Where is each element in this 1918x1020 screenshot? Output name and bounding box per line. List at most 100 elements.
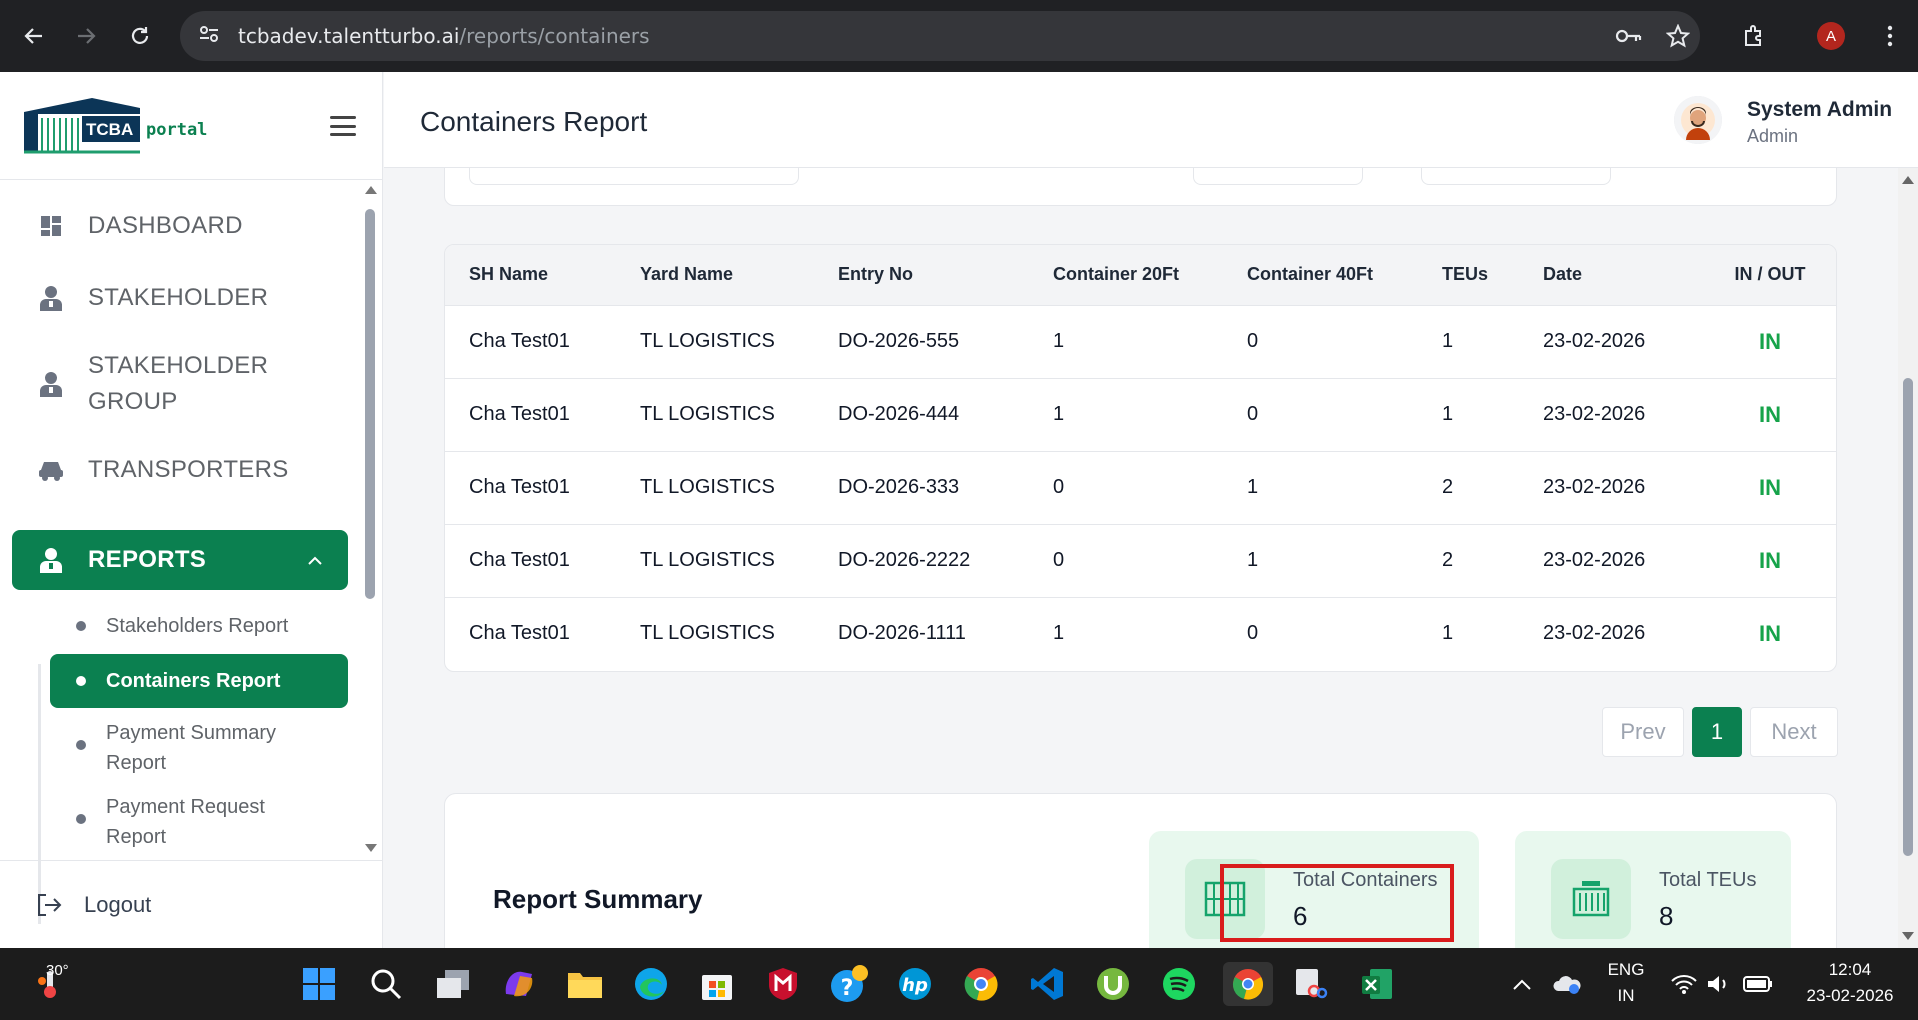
cell-entry-no: DO-2026-333 (814, 450, 1029, 524)
sidebar-item-reports[interactable]: REPORTS (12, 530, 348, 590)
search-icon[interactable] (364, 962, 408, 1006)
sidebar-menu: DASHBOARD STAKEHOLDER STAKEHOLDER GROUP … (0, 180, 365, 860)
task-view-icon[interactable] (431, 962, 475, 1006)
file-explorer-icon[interactable] (563, 962, 607, 1006)
cell-container-20ft: 1 (1029, 596, 1223, 670)
column-header[interactable]: Container 40Ft (1223, 245, 1418, 305)
cell-date: 23-02-2026 (1519, 450, 1704, 524)
chevron-up-icon[interactable] (308, 556, 322, 565)
table-row: Cha Test01 TL LOGISTICS DO-2026-2222 0 1… (445, 523, 1836, 597)
sidebar-item-stakeholder[interactable]: STAKEHOLDER (12, 270, 348, 326)
total-teus-value: 8 (1659, 901, 1674, 931)
user-avatar[interactable] (1674, 96, 1722, 144)
volume-icon[interactable] (1696, 962, 1740, 1006)
sidebar-subitem-payment-request-report[interactable]: Payment Request Report (50, 792, 348, 852)
total-teus-stat: Total TEUs 8 (1515, 831, 1791, 948)
cell-date: 23-02-2026 (1519, 523, 1704, 597)
sidebar-item-transporters[interactable]: TRANSPORTERS (12, 442, 348, 498)
sidebar-item-label: STAKEHOLDER (88, 284, 269, 311)
sidebar-subitem-label: Payment Summary Report (106, 722, 277, 774)
column-header[interactable]: Container 20Ft (1029, 245, 1223, 305)
hamburger-menu-icon[interactable] (330, 116, 356, 136)
hp-icon[interactable]: hp (893, 962, 937, 1006)
logout-button[interactable]: Logout (0, 860, 382, 948)
page-scrollbar-thumb[interactable] (1903, 378, 1913, 856)
next-page-button[interactable]: Next (1750, 707, 1838, 757)
tcba-logo[interactable]: TCBA portal (22, 94, 207, 158)
battery-icon[interactable] (1736, 962, 1780, 1006)
page-1-button[interactable]: 1 (1692, 707, 1742, 757)
sidebar-subitem-stakeholders-report[interactable]: Stakeholders Report (50, 606, 348, 646)
cell-teus: 2 (1418, 523, 1519, 597)
chevron-up-tray-icon[interactable] (1500, 962, 1544, 1006)
filter-field[interactable] (1421, 168, 1611, 185)
windows-start-icon[interactable] (297, 962, 341, 1006)
column-header[interactable]: Entry No (814, 245, 1029, 305)
filter-field[interactable] (469, 168, 799, 185)
column-header[interactable]: Date (1519, 245, 1704, 305)
sidebar-scrollbar-thumb[interactable] (365, 209, 375, 599)
address-bar[interactable]: tcbadev.talentturbo.ai/reports/container… (180, 11, 1700, 61)
cell-sh-name: Cha Test01 (445, 304, 616, 378)
bookmark-star-icon[interactable] (1660, 18, 1696, 54)
language-indicator-bottom[interactable]: IN (1606, 986, 1646, 1006)
extensions-icon[interactable] (1736, 18, 1772, 54)
help-icon[interactable]: ? (827, 962, 871, 1006)
cell-container-20ft: 0 (1029, 523, 1223, 597)
cell-yard-name: TL LOGISTICS (616, 450, 814, 524)
language-indicator-top[interactable]: ENG (1606, 960, 1646, 980)
cell-yard-name: TL LOGISTICS (616, 523, 814, 597)
forward-icon[interactable] (68, 18, 104, 54)
prev-page-button[interactable]: Prev (1602, 707, 1684, 757)
url-text: tcbadev.talentturbo.ai/reports/container… (238, 24, 650, 48)
cell-container-40ft: 0 (1223, 304, 1418, 378)
page-title: Containers Report (420, 106, 648, 137)
sidebar: TCBA portal DASHBOARD STAKEHOLDER STAKEH… (0, 72, 383, 948)
chrome-active-icon[interactable] (1223, 962, 1273, 1006)
sidebar-item-stakeholder-group[interactable]: STAKEHOLDER GROUP (12, 342, 348, 426)
cell-container-40ft: 1 (1223, 450, 1418, 524)
snipping-tool-icon[interactable] (1289, 962, 1333, 1006)
onedrive-icon[interactable] (1545, 962, 1589, 1006)
table-row: Cha Test01 TL LOGISTICS DO-2026-444 1 0 … (445, 377, 1836, 451)
sidebar-item-dashboard[interactable]: DASHBOARD (12, 198, 348, 254)
bullet-icon (76, 740, 86, 750)
cell-container-20ft: 0 (1029, 450, 1223, 524)
bullet-icon (76, 621, 86, 631)
containers-table: SH Name Yard Name Entry No Container 20F… (444, 244, 1837, 672)
microsoft-store-icon[interactable] (695, 962, 739, 1006)
reports-user-icon (36, 547, 66, 573)
cell-in-out: IN (1704, 596, 1836, 670)
copilot-icon[interactable] (497, 962, 541, 1006)
chrome-icon[interactable] (959, 962, 1003, 1006)
column-header[interactable]: Yard Name (616, 245, 814, 305)
clock-date[interactable]: 23-02-2026 (1790, 986, 1910, 1006)
spotify-icon[interactable] (1157, 962, 1201, 1006)
cell-teus: 2 (1418, 450, 1519, 524)
bullet-icon (76, 814, 86, 824)
mcafee-icon[interactable] (761, 962, 805, 1006)
site-settings-icon[interactable] (198, 24, 220, 49)
password-key-icon[interactable] (1610, 18, 1646, 54)
column-header[interactable]: IN / OUT (1704, 245, 1836, 305)
cell-in-out: IN (1704, 523, 1836, 597)
filter-field[interactable] (1193, 168, 1363, 185)
profile-avatar[interactable]: A (1817, 22, 1845, 50)
cell-date: 23-02-2026 (1519, 377, 1704, 451)
cell-entry-no: DO-2026-444 (814, 377, 1029, 451)
utorrent-icon[interactable] (1091, 962, 1135, 1006)
back-icon[interactable] (16, 18, 52, 54)
more-menu-icon[interactable] (1872, 18, 1908, 54)
column-header[interactable]: TEUs (1418, 245, 1519, 305)
edge-browser-icon[interactable] (629, 962, 673, 1006)
clock-time[interactable]: 12:04 (1790, 960, 1910, 980)
excel-icon[interactable] (1355, 962, 1399, 1006)
cell-yard-name: TL LOGISTICS (616, 377, 814, 451)
reload-icon[interactable] (122, 18, 158, 54)
sidebar-subitem-payment-summary-report[interactable]: Payment Summary Report (50, 718, 348, 778)
sidebar-subitem-containers-report[interactable]: Containers Report (50, 654, 348, 708)
vscode-icon[interactable] (1025, 962, 1069, 1006)
column-header[interactable]: SH Name (445, 245, 616, 305)
user-name: System Admin (1747, 98, 1893, 121)
page-header: Containers Report System Admin Admin (384, 72, 1918, 168)
